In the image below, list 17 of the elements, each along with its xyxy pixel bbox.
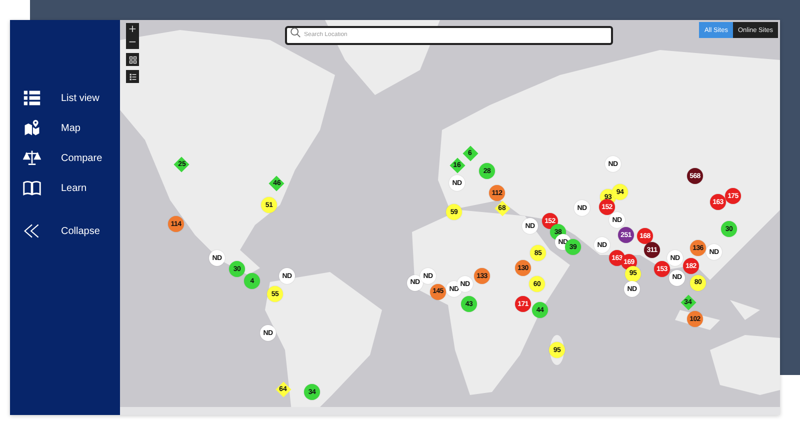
sidebar-item[interactable]: Compare <box>10 148 120 168</box>
map-pin-icon <box>23 119 41 137</box>
sidebar-item[interactable]: Map <box>10 118 120 138</box>
double-chevron-icon <box>23 222 41 240</box>
grid-icon <box>128 56 136 64</box>
zoom-in-button[interactable]: + <box>126 23 139 36</box>
search-icon <box>290 27 301 38</box>
sidebar-item[interactable]: List view <box>10 88 120 108</box>
sidebar-item[interactable]: Learn <box>10 178 120 198</box>
list-icon <box>23 89 41 107</box>
sidebar-item[interactable]: Collapse <box>10 221 120 241</box>
book-icon <box>23 179 41 197</box>
list-icon <box>128 72 136 80</box>
scale-icon <box>23 149 41 167</box>
zoom-out-button[interactable]: − <box>126 36 139 49</box>
grid-button[interactable] <box>126 53 139 66</box>
legend-button[interactable] <box>126 70 139 83</box>
